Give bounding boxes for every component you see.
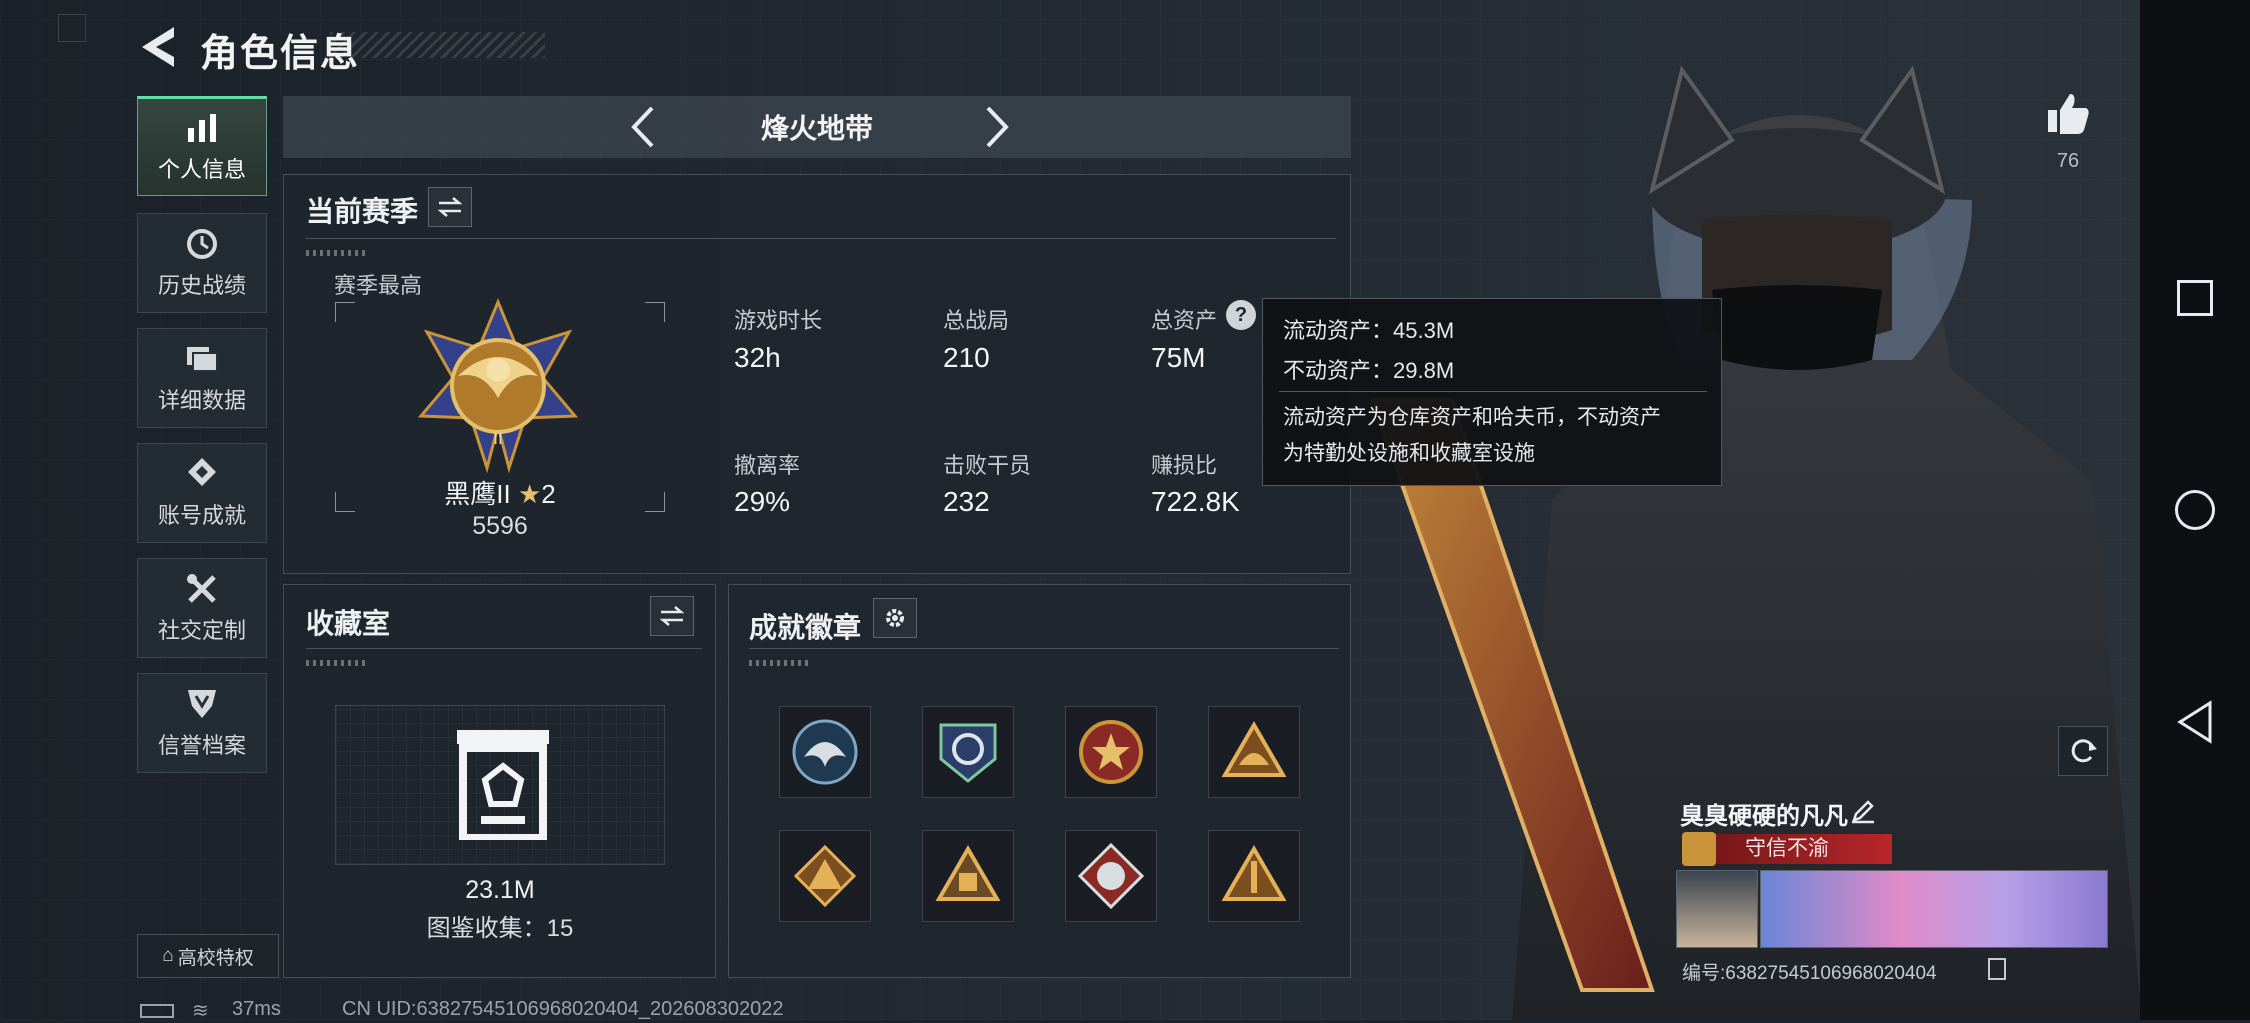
sidebar-item-label: 账号成就	[157, 503, 246, 528]
sidebar-item-personal-info[interactable]: 个人信息	[137, 96, 267, 196]
rank-emblem-icon: II	[417, 298, 579, 474]
school-label: 高校特权	[177, 947, 254, 969]
asset-tooltip: 流动资产：45.3M 不动资产：29.8M 流动资产为仓库资产和哈夫币，不动资产…	[1262, 298, 1722, 486]
stat-label-playtime: 游戏时长	[734, 308, 823, 333]
dots	[306, 250, 366, 256]
sidebar-item-label: 社交定制	[157, 618, 246, 643]
recent-apps-icon[interactable]	[2177, 280, 2213, 316]
dots	[306, 660, 366, 666]
collection-value: 23.1M	[465, 876, 535, 904]
globe-badge-icon[interactable]	[922, 706, 1014, 798]
triangle-badge-4-icon[interactable]	[1208, 830, 1300, 922]
tooltip-fixed-assets: 不动资产：29.8M	[1283, 358, 1455, 383]
stat-value-profit-ratio: 722.8K	[1151, 486, 1240, 517]
rank-stars: 2	[541, 479, 556, 509]
edit-pencil-icon[interactable]	[1850, 798, 1876, 824]
battery-icon	[140, 1004, 174, 1018]
divider	[306, 648, 702, 649]
tooltip-desc-line2: 为特勤处设施和收藏室设施	[1283, 442, 1535, 465]
svg-text:II: II	[493, 429, 502, 448]
sidebar-item-detailed-data[interactable]: 详细数据	[137, 328, 267, 428]
stat-label-kills: 击败干员	[943, 453, 1032, 478]
tag-emblem-icon	[1682, 832, 1716, 866]
cn-uid: CN UID:6382754510696802040​4_20260830202…	[342, 998, 784, 1020]
wifi-icon: ≋	[192, 1000, 209, 1022]
star-icon: ★	[517, 479, 542, 509]
ping: 37ms	[232, 998, 281, 1020]
triangle-badge-1-icon[interactable]	[1208, 706, 1300, 798]
divider	[306, 238, 1336, 239]
switch-icon	[437, 197, 463, 217]
achievement-icon	[188, 458, 216, 486]
stat-value-playtime: 32h	[734, 342, 781, 373]
rank-name: 黑鹰II	[444, 479, 511, 509]
dots	[749, 660, 809, 666]
back-triangle-icon[interactable]	[2176, 700, 2214, 744]
bar-chart-icon	[188, 114, 216, 142]
rank-score: 5596	[472, 512, 528, 540]
triangle-badge-2-icon[interactable]	[779, 830, 871, 922]
school-icon: ⌂	[162, 945, 174, 966]
page-title: 角色信息	[200, 33, 361, 75]
stat-label-matches: 总战局	[943, 308, 1010, 333]
title-stripe	[330, 32, 545, 58]
badges-title: 成就徽章	[749, 612, 862, 643]
stat-value-extract-rate: 29%	[734, 486, 791, 517]
refresh-button[interactable]	[2058, 726, 2108, 776]
stat-label-extract-rate: 撤离率	[734, 453, 801, 478]
stat-label-assets: 总资产	[1151, 308, 1218, 333]
thumbs-up-icon[interactable]	[2046, 92, 2090, 136]
tooltip-divider	[1279, 391, 1707, 392]
sidebar-item-label: 信誉档案	[157, 733, 246, 758]
season-switch-button[interactable]	[428, 187, 472, 227]
sidebar-item-achievements[interactable]: 账号成就	[137, 443, 267, 543]
folder-icon	[187, 347, 218, 372]
season-highest-label: 赛季最高	[334, 273, 423, 298]
sidebar-item-label: 详细数据	[157, 388, 246, 413]
player-name: 臭臭硬硬的凡凡	[1680, 803, 1848, 830]
vault-icon	[457, 730, 549, 840]
back-arrow-icon[interactable]	[138, 25, 178, 69]
player-banner[interactable]	[1760, 870, 2108, 948]
badges-settings-button[interactable]	[873, 598, 917, 638]
help-icon[interactable]: ?	[1226, 300, 1256, 330]
mode-title: 烽火地带	[760, 113, 873, 144]
collection-title: 收藏室	[306, 608, 391, 639]
stat-value-kills: 232	[943, 486, 990, 517]
tooltip-desc-line1: 流动资产为仓库资产和哈夫币，不动资产	[1283, 406, 1661, 429]
collection-count: 图鉴收集：15	[426, 915, 574, 942]
tooltip-liquid-assets: 流动资产：45.3M	[1283, 318, 1455, 343]
sidebar-item-label: 历史战绩	[157, 273, 246, 298]
copy-icon[interactable]	[1988, 958, 2006, 980]
rank-name-row: 黑鹰II ★2	[335, 474, 665, 511]
triangle-badge-3-icon[interactable]	[922, 830, 1014, 922]
likes-count: 76	[2056, 150, 2080, 172]
stat-value-assets: 75M	[1151, 342, 1206, 373]
chevron-left-icon[interactable]	[624, 104, 664, 150]
refresh-icon	[2071, 739, 2097, 763]
stat-label-profit-ratio: 赚损比	[1151, 453, 1218, 478]
tools-icon	[187, 574, 216, 603]
switch-icon	[659, 606, 685, 626]
corner-marker	[58, 14, 86, 42]
season-title: 当前赛季	[306, 196, 419, 227]
sidebar-item-reputation[interactable]: 信誉档案	[137, 673, 267, 773]
stat-value-matches: 210	[943, 342, 990, 373]
school-privilege-button[interactable]: ⌂ 高校特权	[137, 934, 279, 978]
star-badge-icon[interactable]	[1065, 706, 1157, 798]
history-icon	[187, 229, 217, 259]
home-icon[interactable]	[2175, 490, 2215, 530]
wolf-badge-icon[interactable]	[1065, 830, 1157, 922]
sidebar-item-label: 个人信息	[157, 157, 246, 182]
eagle-badge-icon[interactable]	[779, 706, 871, 798]
player-avatar[interactable]	[1676, 870, 1758, 948]
sidebar-item-social[interactable]: 社交定制	[137, 558, 267, 658]
player-uid: 编号:6382754510696802040​4	[1682, 963, 1937, 984]
gear-icon	[886, 609, 904, 627]
chevron-right-icon[interactable]	[976, 104, 1016, 150]
divider	[749, 648, 1339, 649]
shield-icon	[188, 690, 216, 718]
sidebar-item-history[interactable]: 历史战绩	[137, 213, 267, 313]
collection-switch-button[interactable]	[650, 596, 694, 636]
